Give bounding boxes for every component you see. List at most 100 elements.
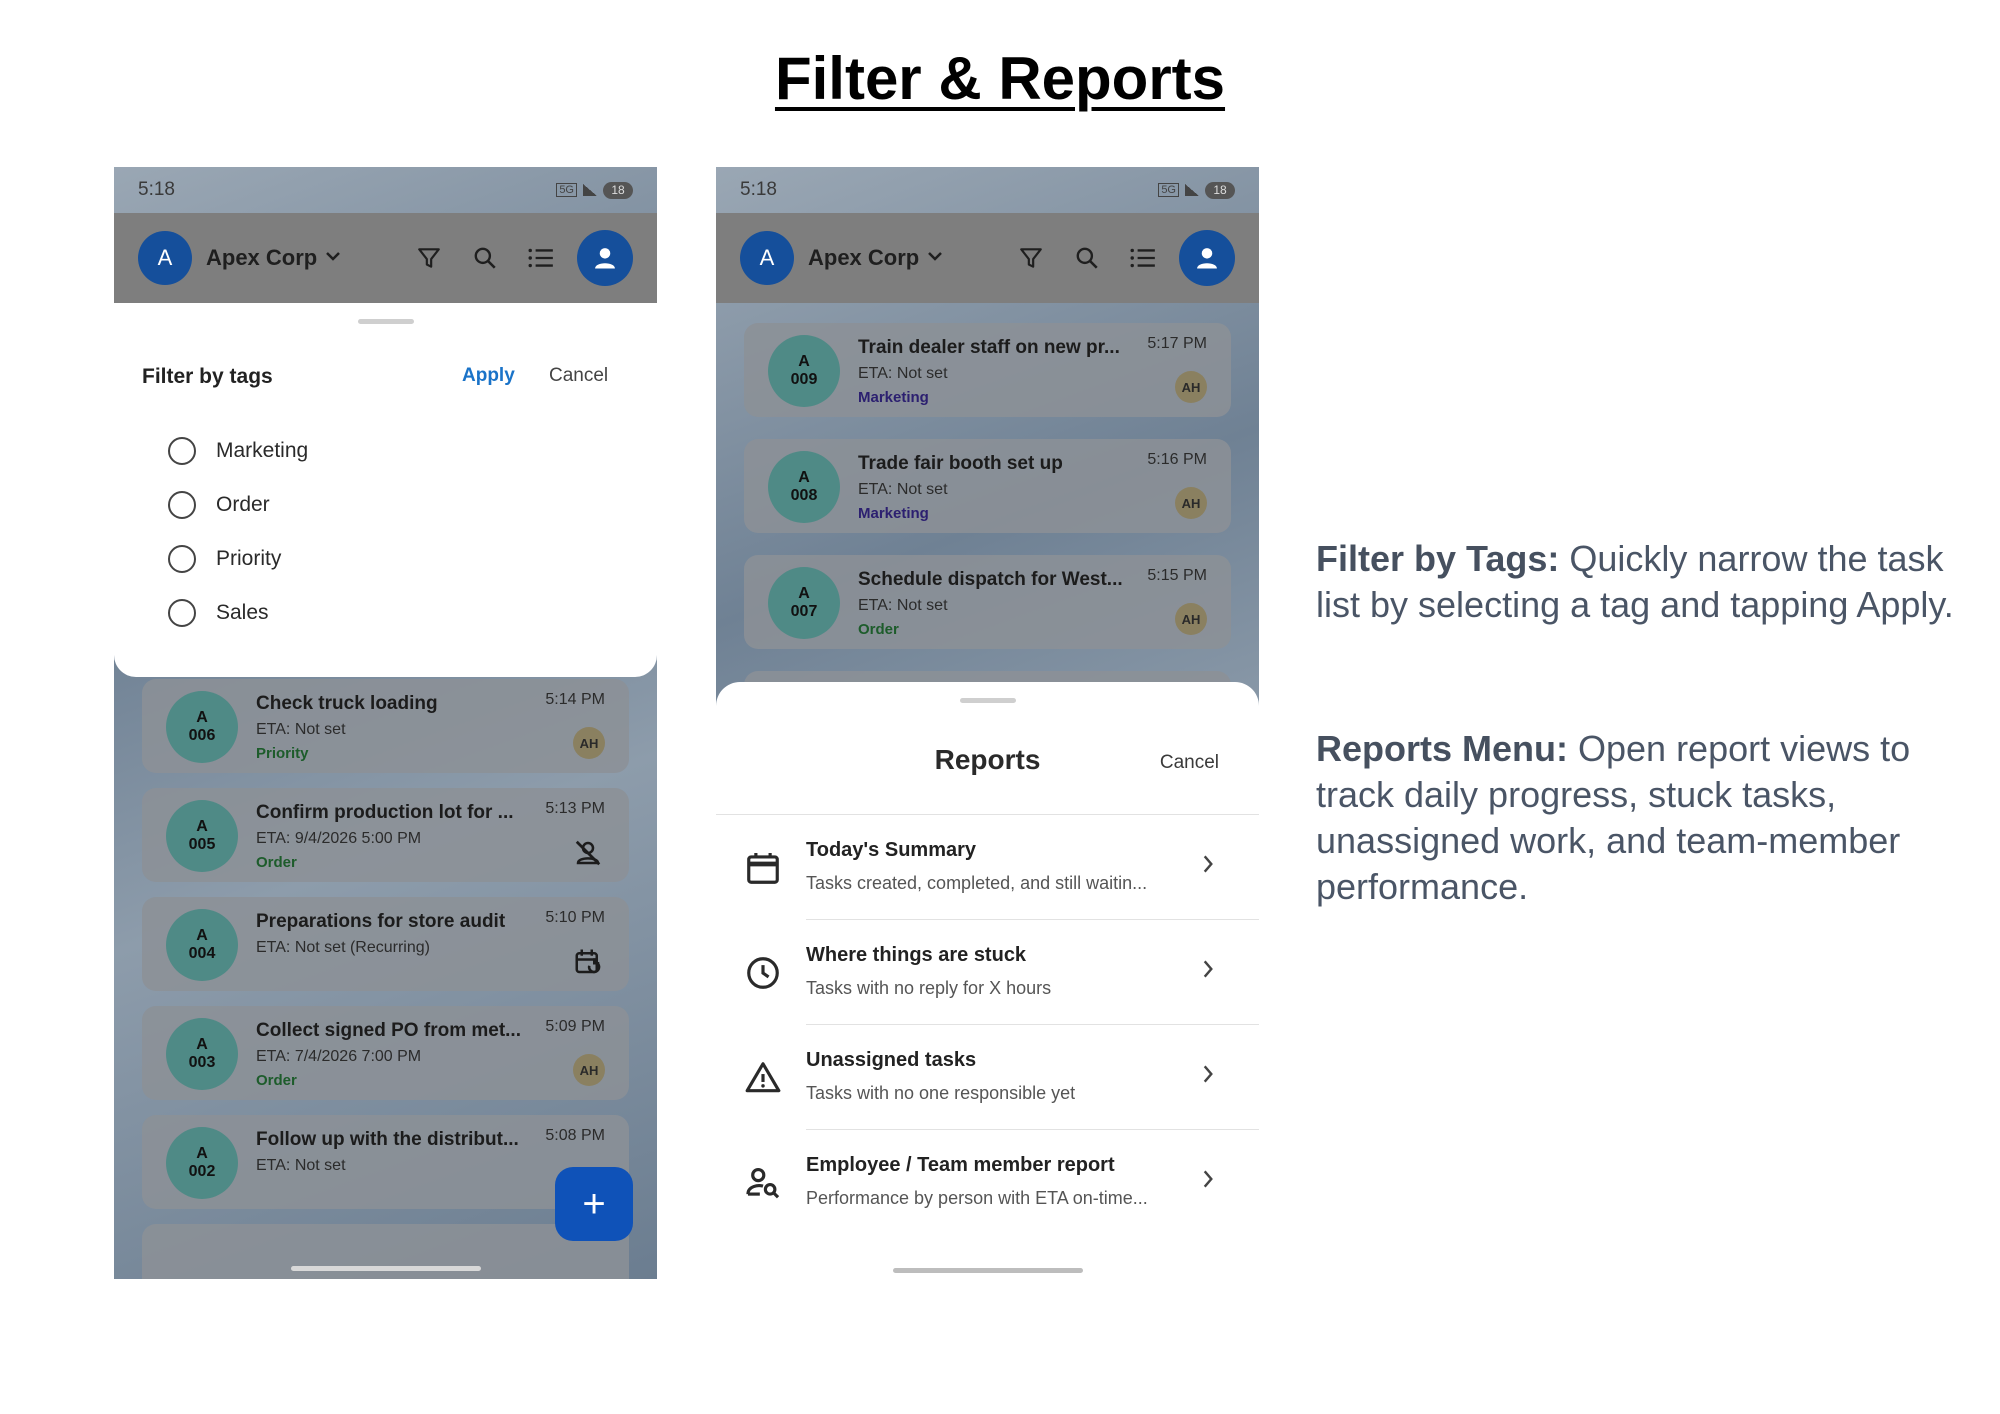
- task-eta: ETA: Not set: [858, 597, 948, 614]
- task-eta: ETA: Not set (Recurring): [256, 939, 430, 956]
- reports-phone-screen: 5:18 5G 18 A Apex Corp A 009 Train dealer…: [716, 167, 1259, 1279]
- report-subtitle: Tasks with no reply for X hours: [806, 978, 1052, 998]
- task-avatar: A 007: [768, 567, 840, 639]
- task-title: Check truck loading: [256, 693, 438, 714]
- task-avatar: A 006: [166, 691, 238, 763]
- tag-option-order[interactable]: Order: [168, 491, 270, 519]
- signal-icon: [583, 184, 597, 196]
- task-avatar: A 008: [768, 451, 840, 523]
- task-title: Schedule dispatch for West...: [858, 569, 1123, 590]
- task-eta: ETA: Not set: [256, 721, 346, 738]
- task-time: 5:17 PM: [1147, 335, 1207, 352]
- assignee-badge: AH: [573, 1054, 605, 1086]
- cancel-button[interactable]: Cancel: [549, 365, 608, 387]
- task-avatar: A 003: [166, 1018, 238, 1090]
- cancel-button[interactable]: Cancel: [1160, 752, 1219, 774]
- assignee-badge: AH: [1175, 371, 1207, 403]
- radio-button[interactable]: [168, 437, 196, 465]
- chevron-down-icon[interactable]: [927, 249, 943, 267]
- tag-option-priority[interactable]: Priority: [168, 545, 281, 573]
- chevron-down-icon[interactable]: [325, 249, 341, 267]
- search-icon[interactable]: [1067, 238, 1107, 278]
- list-icon[interactable]: [521, 238, 561, 278]
- org-avatar[interactable]: A: [740, 231, 794, 285]
- sheet-handle[interactable]: [959, 698, 1016, 703]
- sheet-handle[interactable]: [357, 319, 414, 324]
- org-avatar[interactable]: A: [138, 231, 192, 285]
- description-filter: Filter by Tags: Quickly narrow the task …: [1316, 536, 1956, 628]
- task-avatar: A 009: [768, 335, 840, 407]
- tag-option-sales[interactable]: Sales: [168, 599, 269, 627]
- assignee-badge: AH: [573, 727, 605, 759]
- signal-icon: [1185, 184, 1199, 196]
- battery-icon: 18: [1205, 181, 1235, 199]
- task-card[interactable]: A 007 Schedule dispatch for West... ETA: …: [744, 555, 1231, 649]
- battery-icon: 18: [603, 181, 633, 199]
- assignee-badge: AH: [1175, 487, 1207, 519]
- chevron-right-icon: [1201, 958, 1221, 986]
- warning-icon: [744, 1059, 782, 1097]
- task-eta: ETA: 9/4/2026 5:00 PM: [256, 830, 422, 847]
- task-avatar: A 002: [166, 1127, 238, 1199]
- task-time: 5:08 PM: [545, 1127, 605, 1144]
- report-item-unassigned[interactable]: Unassigned tasks Tasks with no one respo…: [716, 1025, 1259, 1129]
- org-switcher[interactable]: Apex Corp: [206, 245, 317, 271]
- task-title: Collect signed PO from met...: [256, 1020, 521, 1041]
- report-item-where-stuck[interactable]: Where things are stuck Tasks with no rep…: [716, 920, 1259, 1024]
- radio-button[interactable]: [168, 491, 196, 519]
- reports-sheet: Reports Cancel Today's Summary Tasks cre…: [716, 682, 1259, 1279]
- chevron-right-icon: [1201, 1063, 1221, 1091]
- task-tag: Order: [858, 621, 899, 638]
- tag-label: Sales: [216, 601, 269, 624]
- task-title: Confirm production lot for ...: [256, 802, 514, 823]
- chevron-right-icon: [1201, 853, 1221, 881]
- report-item-todays-summary[interactable]: Today's Summary Tasks created, completed…: [716, 815, 1259, 919]
- home-indicator[interactable]: [892, 1268, 1083, 1273]
- task-time: 5:09 PM: [545, 1018, 605, 1035]
- app-bar: A Apex Corp: [716, 213, 1259, 303]
- filter-title: Filter by tags: [142, 365, 273, 388]
- task-tag: Priority: [256, 745, 309, 762]
- task-avatar: A 005: [166, 800, 238, 872]
- apply-button[interactable]: Apply: [462, 365, 515, 387]
- task-tag: Marketing: [858, 505, 929, 522]
- task-card[interactable]: A 008 Trade fair booth set up ETA: Not se…: [744, 439, 1231, 533]
- task-card[interactable]: A 006 Check truck loading ETA: Not set Pr…: [142, 679, 629, 773]
- description-heading: Reports Menu:: [1316, 728, 1568, 769]
- unassigned-user-icon: [573, 838, 603, 868]
- list-icon[interactable]: [1123, 238, 1163, 278]
- org-switcher[interactable]: Apex Corp: [808, 245, 919, 271]
- home-indicator[interactable]: [290, 1266, 481, 1271]
- add-task-button[interactable]: +: [555, 1167, 633, 1241]
- tag-option-marketing[interactable]: Marketing: [168, 437, 308, 465]
- radio-button[interactable]: [168, 599, 196, 627]
- task-time: 5:15 PM: [1147, 567, 1207, 584]
- app-bar: A Apex Corp: [114, 213, 657, 303]
- task-card[interactable]: A 003 Collect signed PO from met... ETA: …: [142, 1006, 629, 1100]
- radio-button[interactable]: [168, 545, 196, 573]
- report-item-employee-report[interactable]: Employee / Team member report Performanc…: [716, 1130, 1259, 1234]
- clock-icon: [744, 954, 782, 992]
- task-time: 5:10 PM: [545, 909, 605, 926]
- description-reports: Reports Menu: Open report views to track…: [1316, 726, 1956, 910]
- chevron-right-icon: [1201, 1168, 1221, 1196]
- task-card[interactable]: A 004 Preparations for store audit ETA: N…: [142, 897, 629, 991]
- status-bar: 5:18 5G 18: [114, 167, 657, 213]
- task-eta: ETA: Not set: [256, 1157, 346, 1174]
- network-icon: 5G: [1158, 183, 1179, 197]
- report-subtitle: Performance by person with ETA on-time..…: [806, 1188, 1148, 1208]
- tag-label: Order: [216, 493, 270, 516]
- search-icon[interactable]: [465, 238, 505, 278]
- user-avatar[interactable]: [577, 230, 633, 286]
- user-avatar[interactable]: [1179, 230, 1235, 286]
- page-title: Filter & Reports: [774, 45, 1226, 112]
- filter-icon[interactable]: [1011, 238, 1051, 278]
- filter-icon[interactable]: [409, 238, 449, 278]
- task-card[interactable]: A 009 Train dealer staff on new pr... ETA…: [744, 323, 1231, 417]
- task-card[interactable]: A 005 Confirm production lot for ... ETA:…: [142, 788, 629, 882]
- tag-label: Marketing: [216, 439, 309, 462]
- report-subtitle: Tasks created, completed, and still wait…: [806, 873, 1148, 893]
- status-time: 5:18: [138, 179, 175, 200]
- task-title: Trade fair booth set up: [858, 453, 1063, 474]
- calendar-icon: [744, 849, 782, 887]
